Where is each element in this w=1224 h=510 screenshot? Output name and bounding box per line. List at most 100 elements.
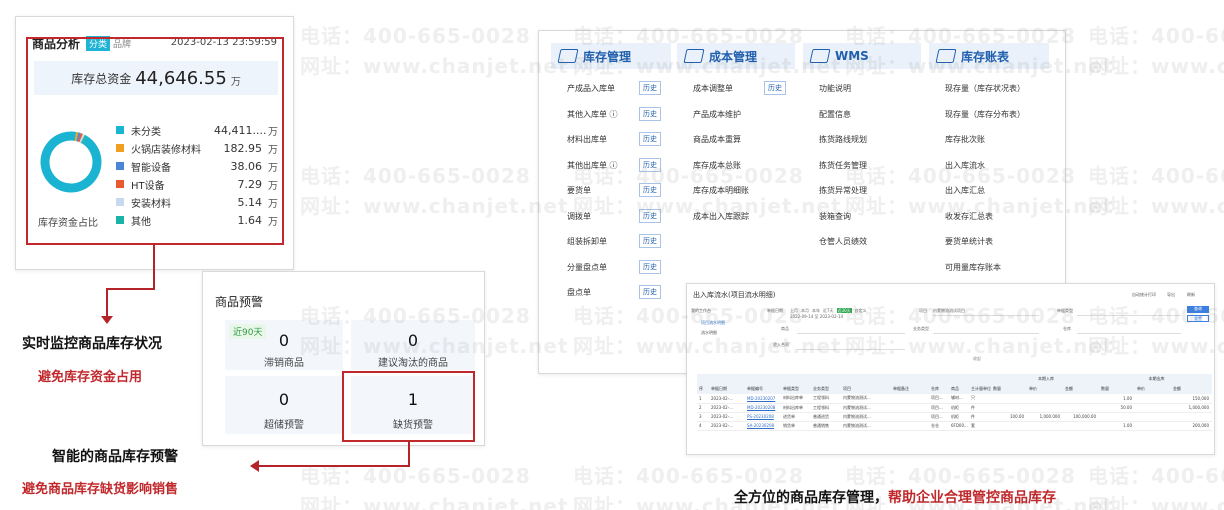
menu-item[interactable]: 可用量库存账本 (945, 262, 1001, 273)
watermark-text: 电话：400-665-0028 (1088, 24, 1224, 48)
table-header-cell[interactable]: 单据日期 (709, 384, 745, 394)
menu-item[interactable]: 仓管人员绩效 (819, 236, 867, 247)
menu-group-header[interactable]: 成本管理 (677, 43, 795, 69)
menu-item[interactable]: 产品成本维护 (693, 109, 741, 120)
menu-item[interactable]: 成本调整单 (693, 83, 733, 94)
toggle-filters[interactable]: 收起 (973, 356, 981, 362)
history-tag[interactable]: 历史 (764, 81, 786, 95)
date-range[interactable]: 2022-09-14 至 2023-02-14 (790, 314, 843, 320)
menu-item[interactable]: 盘点单 (567, 287, 591, 298)
top-action-refresh[interactable]: 刷新 (1187, 292, 1195, 298)
filter-project-value[interactable]: 内蒙物流测试项目 (933, 308, 965, 314)
table-cell (1027, 421, 1063, 431)
history-tag[interactable]: 历史 (639, 208, 661, 223)
menu-group-header[interactable]: 库存账表 (929, 43, 1049, 69)
history-tag[interactable]: 历史 (639, 183, 661, 197)
menu-item[interactable]: 成本出入库跟踪 (693, 211, 749, 222)
date-quick-option[interactable]: 本年 (812, 308, 820, 313)
table-header-cell[interactable]: 单据编号 (745, 384, 781, 394)
menu-item[interactable]: 调拨单 (567, 211, 591, 222)
menu-item[interactable]: 收发存汇总表 (945, 211, 993, 222)
menu-item[interactable]: 库存成本总账 (693, 160, 741, 171)
watermark-text: 电话：400-665-0028 (1088, 464, 1224, 488)
table-header-cell[interactable]: 单价 (1027, 384, 1063, 394)
menu-group-header[interactable]: WMS (803, 43, 921, 69)
menu-item[interactable]: 商品成本重算 (693, 134, 741, 145)
date-quick-option[interactable]: 自定义 (855, 308, 867, 313)
table-header-cell[interactable]: 序 (697, 384, 709, 394)
menu-item[interactable]: 出入库流水 (945, 160, 985, 171)
menu-item[interactable]: 库存成本明细账 (693, 185, 749, 196)
menu-item[interactable]: 库存批次账 (945, 134, 985, 145)
table-header-cell[interactable]: 单价 (1135, 384, 1171, 394)
menu-group-header[interactable]: 库存管理 (551, 43, 671, 69)
top-action-export[interactable]: 导出 (1167, 292, 1175, 298)
table-row[interactable]: 4 2023-02-... SA-20230208 销货单 普通销售 内蒙物流测试... 仓… (697, 421, 1212, 431)
menu-item[interactable]: 现存量（库存状况表） (945, 83, 1025, 94)
menu-item[interactable]: 拣货任务管理 (819, 160, 867, 171)
menu-item[interactable]: 材料出库单 (567, 134, 607, 145)
table-row[interactable]: 1 2023-02-... MD-20230207 材料出库单 工程领料 内蒙物流测试..… (697, 394, 1212, 404)
date-quick-option[interactable]: 近7天 (823, 308, 834, 313)
history-tag[interactable]: 历史 (639, 106, 661, 121)
table-cell[interactable]: MD-20230208 (745, 403, 781, 413)
history-tag[interactable]: 历史 (639, 132, 661, 146)
menu-item[interactable]: 配置信息 (819, 109, 851, 120)
warning-card-overstock[interactable]: 0 超储预警 (225, 376, 343, 434)
table-header-cell[interactable]: 项目 (841, 384, 891, 394)
arrow-down-icon (101, 316, 113, 324)
reset-button[interactable]: 重置 (1187, 315, 1209, 322)
table-cell (1135, 421, 1171, 431)
table-row[interactable]: 2 2023-02-... MD-20230208 材料出库单 工程领料 内蒙物流测试..… (697, 403, 1212, 413)
date-quick-option[interactable]: 本月 (801, 308, 809, 313)
menu-item[interactable]: 拣货路线规划 (819, 134, 867, 145)
search-button[interactable]: 查询 (1187, 306, 1209, 313)
table-row[interactable]: 3 2023-02-... PS-20230208 进货单 普通进货 内蒙物流测试... 项… (697, 412, 1212, 422)
field-underline (797, 349, 905, 350)
history-tag[interactable]: 历史 (639, 285, 661, 299)
table-header-spacer (969, 374, 991, 384)
date-quick-option[interactable]: 近30天 (836, 308, 852, 313)
table-header-cell[interactable]: 金额 (1171, 384, 1212, 394)
table-header-cell[interactable]: 数量 (991, 384, 1027, 394)
table-header-cell[interactable]: 单据备注 (891, 384, 929, 394)
table-header-cell[interactable]: 数量 (1099, 384, 1135, 394)
menu-item[interactable]: 要货单统计表 (945, 236, 993, 247)
menu-item[interactable]: 现存量（库存分布表） (945, 109, 1025, 120)
table-cell[interactable]: MD-20230207 (745, 394, 781, 404)
table-header-cell[interactable]: 单据类型 (781, 384, 811, 394)
menu-item[interactable]: 出入库汇总 (945, 185, 985, 196)
menu-item[interactable]: 组装拆卸单 (567, 236, 607, 247)
top-action-print[interactable]: 自动统计打印 (1132, 292, 1156, 298)
left-nav-item[interactable]: 流水明细 (701, 330, 717, 336)
table-cell[interactable]: PS-20230208 (745, 412, 781, 422)
history-tag[interactable]: 历史 (639, 234, 661, 248)
menu-item[interactable]: 产成品入库单 (567, 83, 615, 94)
left-nav-item[interactable]: 项目流水明细 (701, 320, 725, 326)
menu-item[interactable]: 其他入库单 ⓘ (567, 109, 618, 120)
table-header-cell[interactable]: 主计量单位 (969, 384, 991, 394)
warning-label: 超储预警 (264, 420, 304, 431)
table-header-spacer (709, 374, 745, 384)
history-tag[interactable]: 历史 (639, 259, 661, 274)
menu-item[interactable]: 拣货异常处理 (819, 185, 867, 196)
menu-item[interactable]: 功能说明 (819, 83, 851, 94)
warning-card-eliminate[interactable]: 0 建议淘汰的商品 (351, 320, 475, 370)
table-header-cell[interactable]: 商品 (949, 384, 969, 394)
warning-card-slow-moving[interactable]: 近90天 0 滞销商品 (225, 320, 343, 370)
menu-item[interactable]: 装箱查询 (819, 211, 851, 222)
watermark-text: 网址：www.chanjet.net (300, 194, 569, 218)
history-tag[interactable]: 历史 (639, 81, 661, 95)
table-header-row: 序单据日期 单据编号 单据类型 业务类型 项目 单据备注 仓库 商品 主计量单位 数量 单价 金额 数量… (697, 384, 1212, 394)
history-tag[interactable]: 历史 (639, 157, 661, 172)
menu-item[interactable]: 分量盘点单 (567, 262, 607, 273)
menu-item[interactable]: 其他出库单 ⓘ (567, 160, 618, 171)
table-cell (1027, 403, 1063, 413)
table-cell[interactable]: SA-20230208 (745, 421, 781, 431)
menu-item[interactable]: 要货单 (567, 185, 591, 196)
table-cell: 工程领料 (811, 394, 841, 404)
table-header-cell[interactable]: 业务类型 (811, 384, 841, 394)
table-header-cell[interactable]: 金额 (1063, 384, 1099, 394)
date-quick-option[interactable]: 上月 (790, 308, 798, 313)
table-header-cell[interactable]: 仓库 (929, 384, 949, 394)
